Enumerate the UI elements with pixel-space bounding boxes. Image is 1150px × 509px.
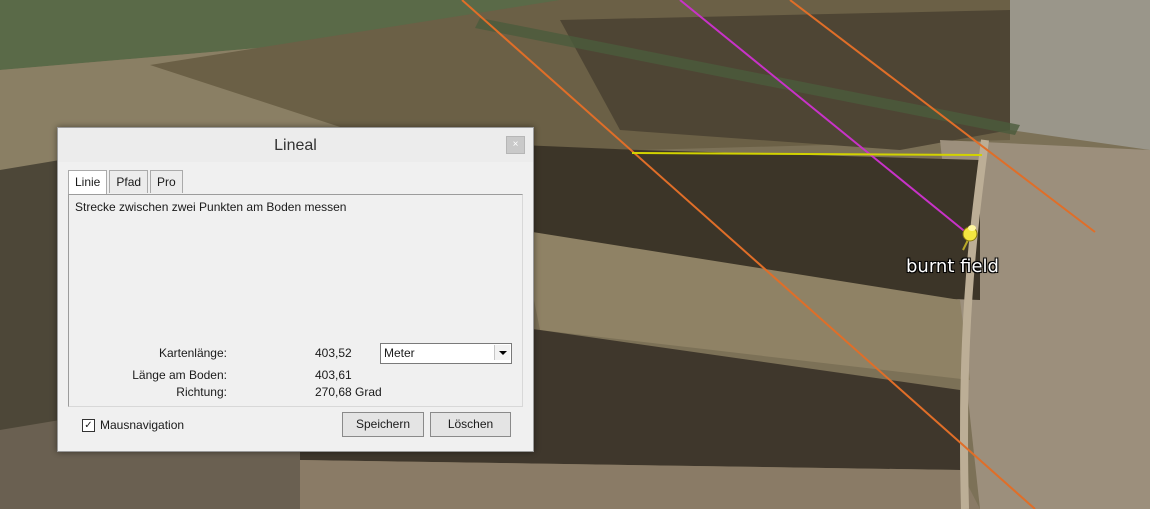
dialog-title: Lineal: [274, 137, 317, 154]
tab-pro[interactable]: Pro: [150, 170, 183, 193]
map-length-label: Kartenlänge:: [158, 346, 227, 360]
tab-panel-linie: Strecke zwischen zwei Punkten am Boden m…: [68, 194, 523, 407]
mouse-nav-label[interactable]: Mausnavigation: [100, 418, 184, 432]
tab-strip: Linie Pfad Pro: [68, 170, 185, 195]
ground-length-label: Länge am Boden:: [132, 368, 227, 382]
heading-label: Richtung:: [176, 385, 227, 399]
chevron-down-icon[interactable]: [494, 345, 510, 360]
dialog-titlebar[interactable]: Lineal ×: [58, 128, 533, 162]
tab-linie[interactable]: Linie: [68, 170, 108, 195]
unit-select[interactable]: Meter: [380, 343, 512, 364]
ruler-dialog: Lineal × Linie Pfad Pro Strecke zwischen…: [57, 127, 534, 452]
heading-value: 270,68 Grad: [315, 385, 382, 399]
ground-length-value: 403,61: [315, 368, 352, 382]
delete-button[interactable]: Löschen: [430, 412, 511, 437]
description-text: Strecke zwischen zwei Punkten am Boden m…: [75, 200, 347, 214]
placemark-label[interactable]: burnt field: [906, 256, 999, 277]
unit-selected: Meter: [384, 346, 415, 360]
save-button[interactable]: Speichern: [342, 412, 424, 437]
tab-pfad[interactable]: Pfad: [109, 170, 149, 193]
mouse-nav-checkbox[interactable]: ✓: [82, 419, 95, 432]
close-icon[interactable]: ×: [506, 136, 525, 154]
map-length-value: 403,52: [315, 346, 352, 360]
